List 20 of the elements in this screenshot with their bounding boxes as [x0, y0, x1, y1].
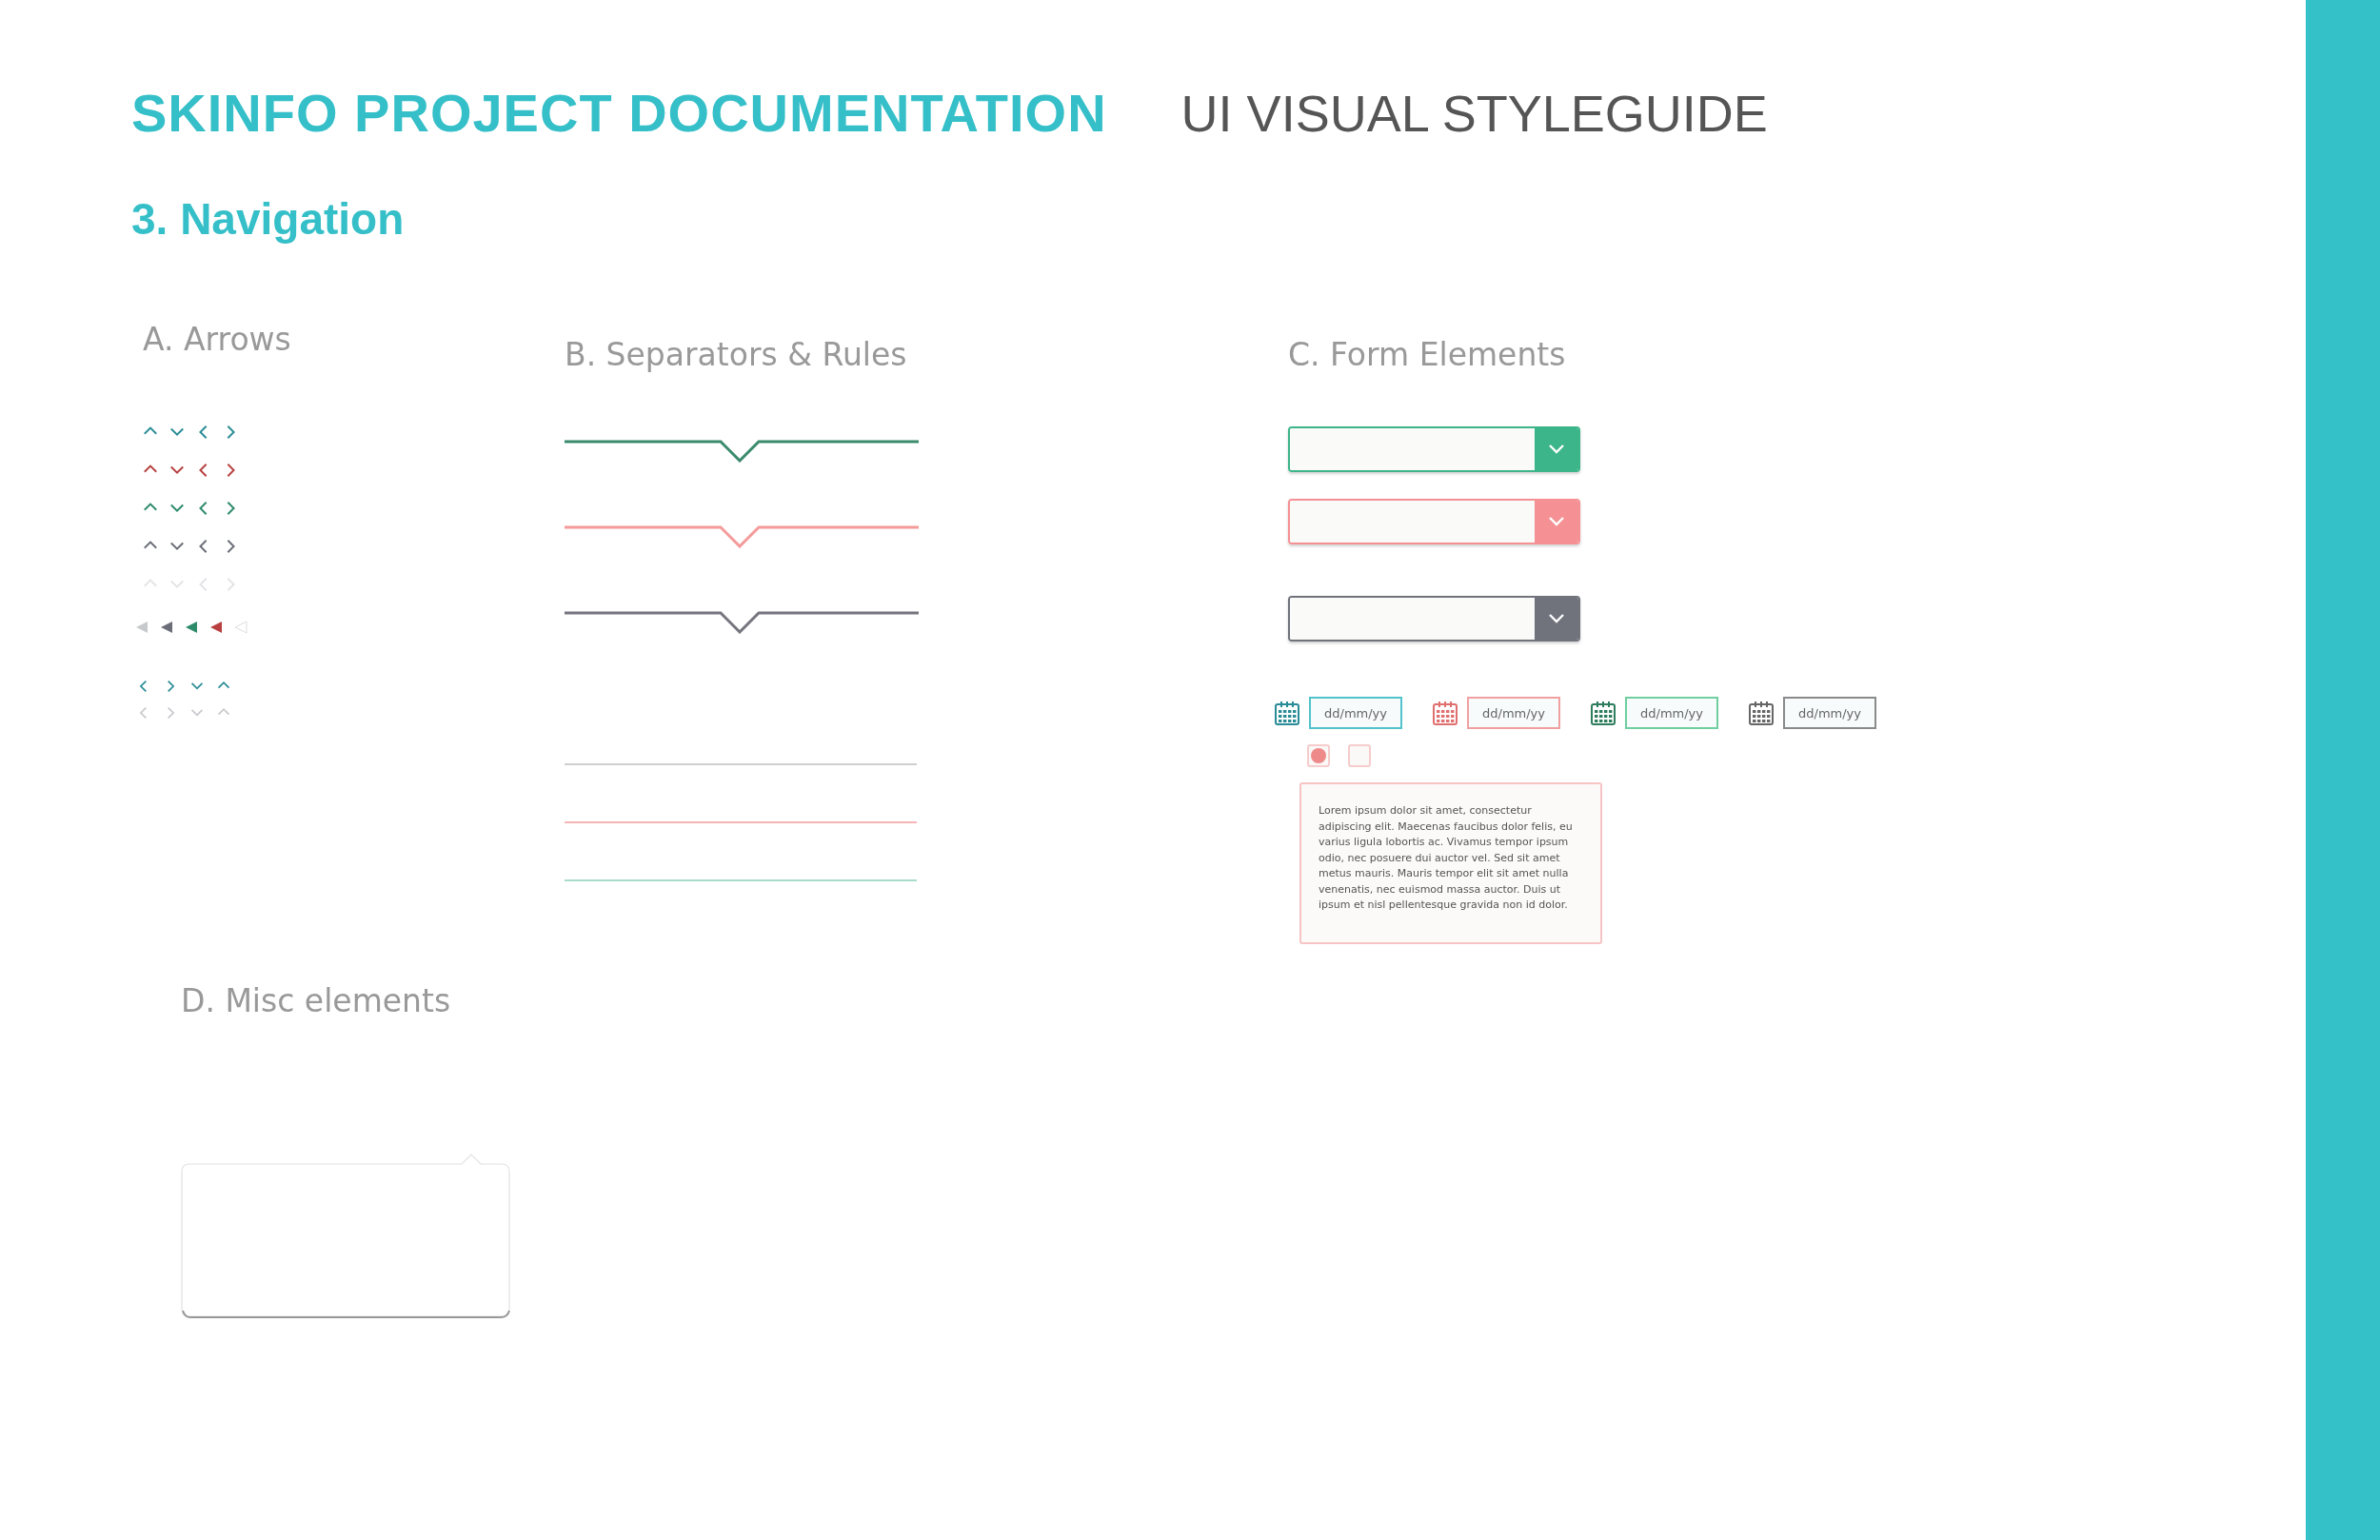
chevron-down-icon [1548, 444, 1565, 455]
section-heading: C. Form Elements [1288, 336, 1567, 373]
chevron-down-icon [1548, 516, 1565, 527]
dropdown[interactable] [1288, 596, 1580, 642]
date-field[interactable]: dd/mm/yy [1467, 697, 1560, 729]
date-field[interactable]: dd/mm/yy [1309, 697, 1402, 729]
dropdown[interactable] [1288, 499, 1580, 544]
radio-button[interactable] [1307, 744, 1330, 767]
checkbox[interactable] [1348, 744, 1371, 767]
text-area[interactable]: Lorem ipsum dolor sit amet, consectetur adipiscing elit. Maecenas faucibus dolor felis, eu varius ligula lobortis ac. Vivamus tempor ipsum odio, nec posuere dui auctor vel. Sed sit amet metus mauris. Mauris tempor elit sit amet nulla venenatis, nec euismod massa auctor. Duis ut ipsum et nisl pellentesque gravida non id dolor. [1299, 782, 1602, 944]
section-heading: A. Arrows [143, 321, 292, 358]
document-title: SKINFO PROJECT DOCUMENTATION [131, 82, 1107, 144]
dropdown[interactable] [1288, 426, 1580, 472]
section-heading: D. Misc elements [181, 982, 452, 1019]
section-heading: B. Separators & Rules [565, 336, 908, 373]
date-field[interactable]: dd/mm/yy [1625, 697, 1718, 729]
section-heading: 3. Navigation [131, 193, 406, 245]
date-field[interactable]: dd/mm/yy [1783, 697, 1876, 729]
document-subtitle: UI VISUAL STYLEGUIDE [1180, 84, 1768, 143]
chevron-down-icon [1548, 613, 1565, 624]
